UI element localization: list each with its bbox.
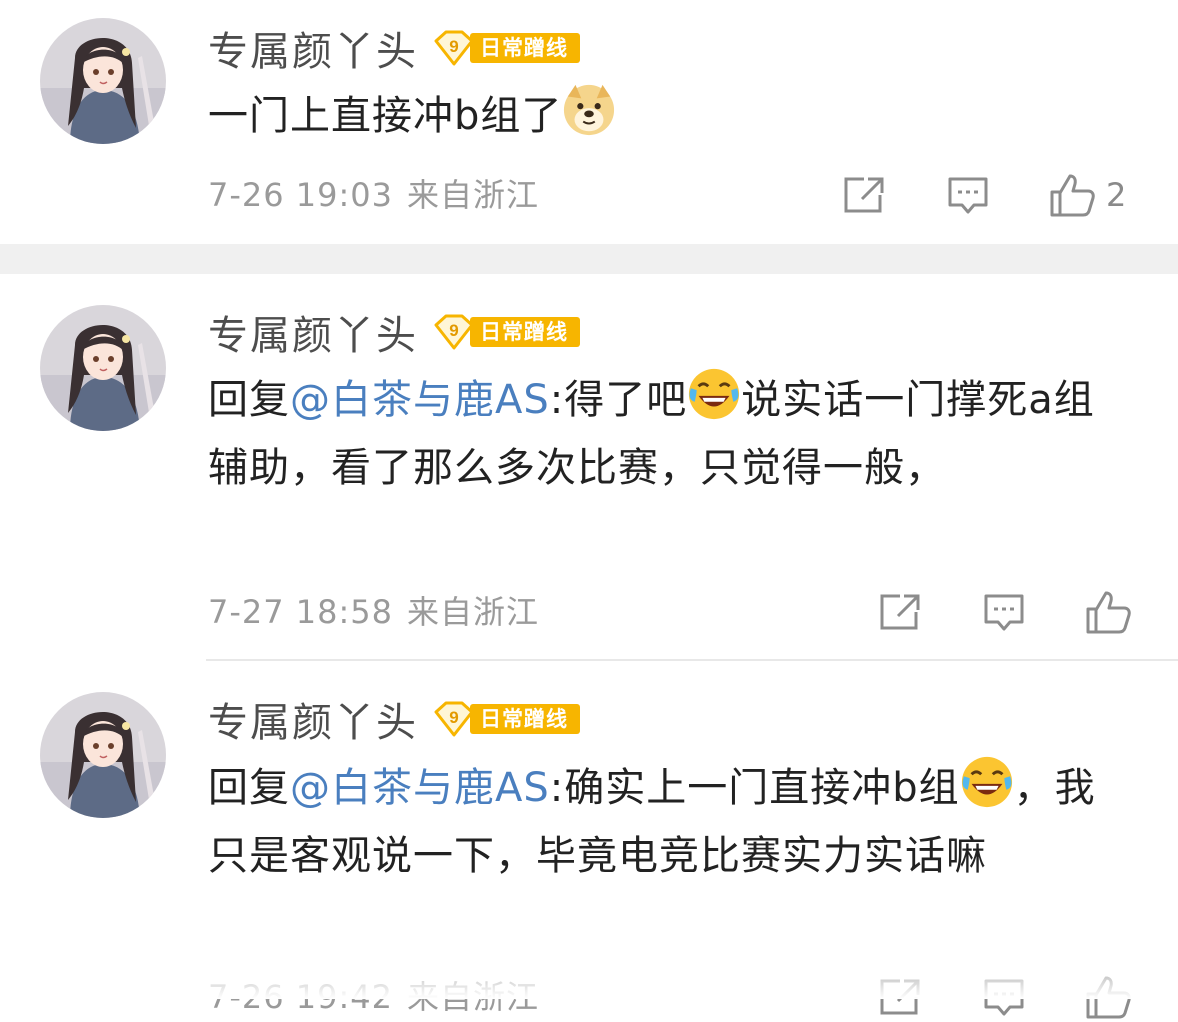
comment-icon <box>946 175 990 215</box>
comment-text: 一门上直接冲b组了 <box>208 82 1128 150</box>
share-button[interactable] <box>842 172 886 218</box>
name-row: 专属颜丫头 日常蹭线 <box>208 20 580 76</box>
thumbs-up-icon <box>1048 172 1096 218</box>
username[interactable]: 专属颜丫头 <box>208 303 418 361</box>
comment-button[interactable] <box>946 172 990 218</box>
username[interactable]: 专属颜丫头 <box>208 19 418 77</box>
like-button[interactable]: 2 <box>1048 172 1126 218</box>
name-row: 专属颜丫头 日常蹭线 <box>208 691 580 747</box>
comment-text-part: :得了吧 <box>549 377 688 423</box>
timestamp: 7-26 19:03 <box>208 176 394 214</box>
meta-info: 7-27 18:58 来自浙江 <box>208 587 539 637</box>
share-button[interactable] <box>878 589 922 635</box>
avatar[interactable] <box>40 305 166 431</box>
meta-info: 7-26 19:03 来自浙江 <box>208 170 539 220</box>
username[interactable]: 专属颜丫头 <box>208 690 418 748</box>
comment-text-part: :确实上一门直接冲b组 <box>549 765 960 811</box>
comment-icon <box>982 592 1026 632</box>
level-badge[interactable]: 日常蹭线 <box>432 28 580 68</box>
comment-divider <box>206 659 1178 661</box>
like-count: 2 <box>1106 176 1127 214</box>
mention-link[interactable]: @白茶与鹿AS <box>290 765 550 811</box>
level-badge[interactable]: 日常蹭线 <box>432 699 580 739</box>
comment-text-part: 一门上直接冲b组了 <box>208 93 563 139</box>
doge-emoji <box>562 83 616 137</box>
mention-link[interactable]: @白茶与鹿AS <box>290 377 550 423</box>
thumbs-up-icon <box>1084 589 1132 635</box>
timestamp: 7-27 18:58 <box>208 593 394 631</box>
reply-prefix: 回复 <box>208 377 290 423</box>
meta-row: 7-26 19:03 来自浙江 2 <box>208 170 1138 220</box>
comment-button[interactable] <box>982 589 1026 635</box>
meta-row: 7-27 18:58 来自浙江 <box>208 587 1138 637</box>
avatar[interactable] <box>40 18 166 144</box>
location: 来自浙江 <box>407 593 540 631</box>
laughing-tears-emoji <box>687 367 741 421</box>
avatar[interactable] <box>40 692 166 818</box>
laughing-tears-emoji <box>960 755 1014 809</box>
bottom-fade <box>0 960 1178 999</box>
badge-label: 日常蹭线 <box>470 704 580 734</box>
badge-label: 日常蹭线 <box>470 33 580 63</box>
level-badge[interactable]: 日常蹭线 <box>432 312 580 352</box>
share-icon <box>842 175 886 215</box>
location: 来自浙江 <box>407 176 540 214</box>
section-separator <box>0 244 1178 274</box>
name-row: 专属颜丫头 日常蹭线 <box>208 304 580 360</box>
comment-text: 回复@白茶与鹿AS:确实上一门直接冲b组 ，我只是客观说一下，毕竟电竞比赛实力实话… <box>208 754 1128 890</box>
badge-label: 日常蹭线 <box>470 317 580 347</box>
reply-prefix: 回复 <box>208 765 290 811</box>
like-button[interactable] <box>1084 589 1132 635</box>
share-icon <box>878 592 922 632</box>
comment-text: 回复@白茶与鹿AS:得了吧 说实话一门撑死a组辅助，看了那么多次比赛，只觉得一般， <box>208 366 1128 502</box>
